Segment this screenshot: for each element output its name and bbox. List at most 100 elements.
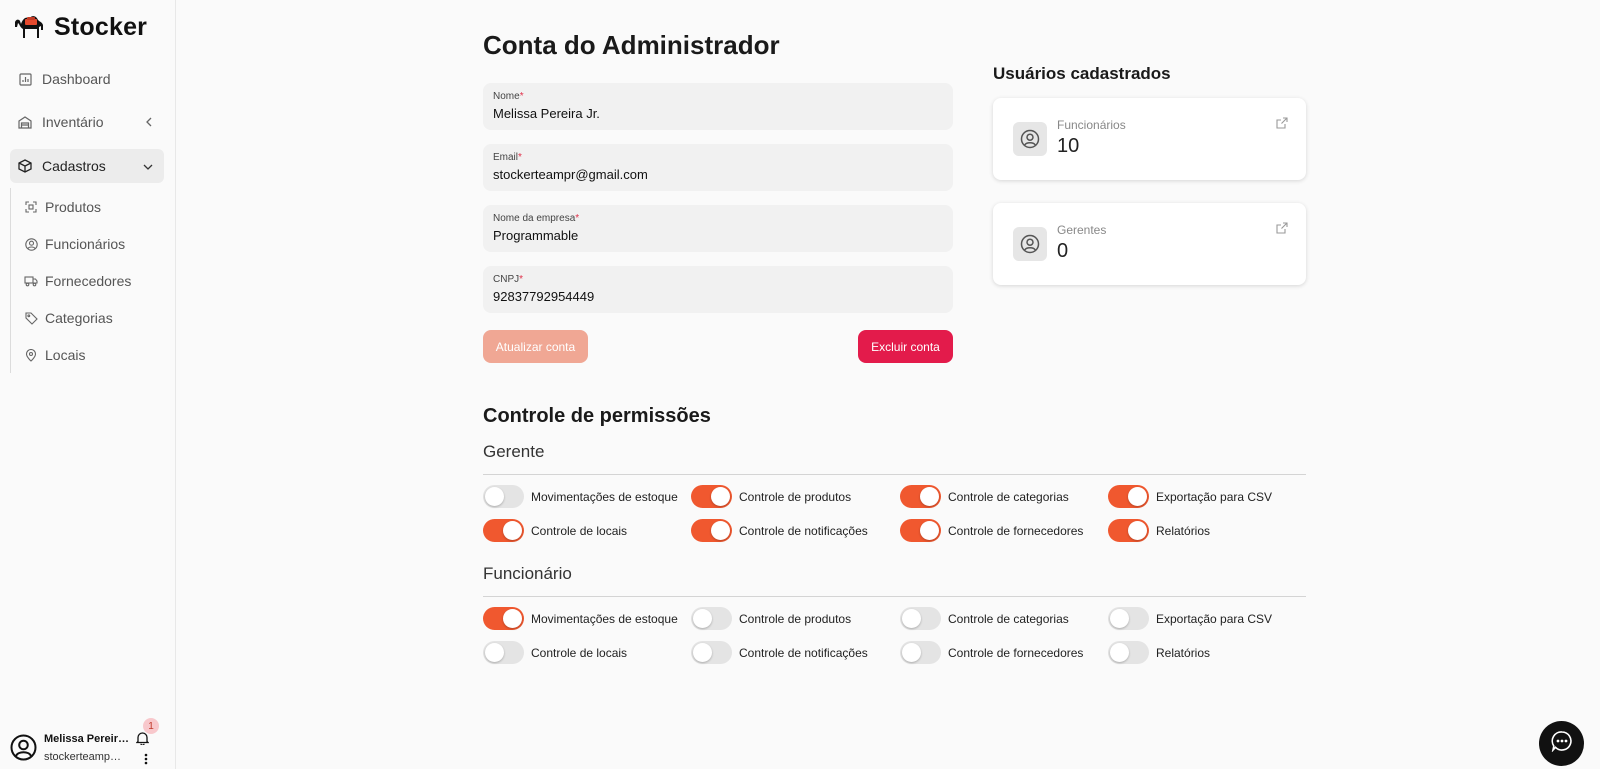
app-logo[interactable]: Stocker — [12, 10, 147, 45]
email-input[interactable] — [493, 167, 933, 182]
external-link-icon[interactable] — [1276, 116, 1288, 134]
toggle-knob — [693, 609, 712, 628]
chevron-left-icon — [144, 115, 154, 131]
toggle-knob — [1110, 609, 1129, 628]
sidebar-subitem-funcionarios[interactable]: Funcionários — [24, 230, 125, 258]
permission-toggle[interactable]: Controle de locais — [483, 641, 627, 664]
name-field[interactable]: Nome* — [483, 83, 953, 130]
toggle-switch[interactable] — [1108, 485, 1149, 508]
permission-toggle[interactable]: Controle de produtos — [691, 485, 851, 508]
warehouse-icon — [17, 114, 33, 130]
sidebar-subitem-locais[interactable]: Locais — [24, 341, 85, 369]
company-input[interactable] — [493, 228, 933, 243]
employees-card[interactable]: Funcionários 10 — [993, 98, 1306, 180]
toggle-switch[interactable] — [483, 519, 524, 542]
toggle-knob — [1128, 487, 1147, 506]
permission-toggle[interactable]: Controle de notificações — [691, 641, 868, 664]
sidebar-subitem-label: Categorias — [45, 310, 113, 326]
sidebar-item-label: Dashboard — [42, 71, 111, 87]
chat-button[interactable] — [1539, 721, 1584, 766]
sidebar-subitem-fornecedores[interactable]: Fornecedores — [24, 267, 131, 295]
permission-toggle[interactable]: Movimentações de estoque — [483, 485, 678, 508]
role-title-funcionario: Funcionário — [483, 564, 572, 583]
tag-icon — [24, 311, 38, 325]
user-circle-icon — [1013, 122, 1047, 156]
company-field[interactable]: Nome da empresa* — [483, 205, 953, 252]
sidebar-item-dashboard[interactable]: Dashboard — [10, 62, 164, 96]
sidebar-subitem-label: Funcionários — [45, 236, 126, 252]
field-label: CNPJ* — [493, 274, 524, 285]
permission-toggle[interactable]: Controle de produtos — [691, 607, 851, 630]
permission-toggle[interactable]: Exportação para CSV — [1108, 607, 1272, 630]
permission-toggle[interactable]: Exportação para CSV — [1108, 485, 1272, 508]
submenu-line — [10, 188, 11, 373]
sidebar-subitem-label: Produtos — [45, 199, 102, 215]
toggle-switch[interactable] — [1108, 607, 1149, 630]
card-count: 10 — [1057, 135, 1080, 157]
external-link-icon[interactable] — [1276, 221, 1288, 239]
truck-icon — [24, 274, 38, 288]
cnpj-field[interactable]: CNPJ* — [483, 266, 953, 313]
toggle-label: Controle de locais — [531, 645, 628, 660]
more-vertical-icon[interactable] — [144, 752, 148, 769]
cnpj-input[interactable] — [493, 289, 933, 304]
permission-toggle[interactable]: Controle de notificações — [691, 519, 868, 542]
permission-toggle[interactable]: Controle de locais — [483, 519, 627, 542]
role-title-gerente: Gerente — [483, 442, 545, 461]
toggle-switch[interactable] — [483, 607, 524, 630]
toggle-switch[interactable] — [900, 519, 941, 542]
email-field[interactable]: Email* — [483, 144, 953, 191]
toggle-label: Controle de produtos — [739, 489, 852, 504]
permission-toggle[interactable]: Relatórios — [1108, 641, 1210, 664]
toggle-switch[interactable] — [900, 485, 941, 508]
toggle-switch[interactable] — [1108, 519, 1149, 542]
camel-logo-icon — [12, 10, 48, 45]
user-name: Melissa Pereira Jr. — [44, 733, 129, 745]
toggle-label: Movimentações de estoque — [531, 611, 678, 626]
sidebar-item-label: Inventário — [42, 114, 104, 130]
bell-icon[interactable] — [135, 731, 150, 750]
users-panel-title: Usuários cadastrados — [993, 64, 1171, 83]
toggle-switch[interactable] — [1108, 641, 1149, 664]
sidebar-subitem-label: Locais — [45, 347, 86, 363]
toggle-switch[interactable] — [691, 485, 732, 508]
sidebar-subitem-produtos[interactable]: Produtos — [24, 193, 101, 221]
permission-toggle[interactable]: Controle de fornecedores — [900, 519, 1083, 542]
toggle-switch[interactable] — [691, 519, 732, 542]
toggle-knob — [902, 643, 921, 662]
toggle-knob — [902, 609, 921, 628]
page-title: Conta do Administrador — [483, 30, 780, 60]
toggle-knob — [485, 487, 504, 506]
update-account-button[interactable]: Atualizar conta — [483, 330, 588, 363]
sidebar-item-inventario[interactable]: Inventário — [10, 105, 164, 139]
toggle-label: Controle de categorias — [948, 611, 1069, 626]
sidebar-subitem-categorias[interactable]: Categorias — [24, 304, 113, 332]
permissions-title: Controle de permissões — [483, 405, 711, 427]
permission-toggle[interactable]: Controle de fornecedores — [900, 641, 1083, 664]
user-circle-icon — [24, 237, 38, 251]
avatar-icon[interactable] — [10, 734, 37, 766]
box-icon — [17, 158, 33, 174]
user-circle-icon — [1013, 227, 1047, 261]
toggle-switch[interactable] — [691, 607, 732, 630]
toggle-label: Exportação para CSV — [1156, 611, 1273, 626]
delete-account-button[interactable]: Excluir conta — [858, 330, 953, 363]
permission-toggle[interactable]: Movimentações de estoque — [483, 607, 678, 630]
permission-toggle[interactable]: Controle de categorias — [900, 607, 1069, 630]
toggle-switch[interactable] — [900, 641, 941, 664]
toggle-switch[interactable] — [691, 641, 732, 664]
dashboard-icon — [17, 71, 33, 87]
permission-toggle[interactable]: Relatórios — [1108, 519, 1210, 542]
toggle-label: Movimentações de estoque — [531, 489, 678, 504]
user-email: stockerteampr@gmail.com — [44, 751, 124, 763]
managers-card[interactable]: Gerentes 0 — [993, 203, 1306, 285]
toggle-label: Controle de categorias — [948, 489, 1069, 504]
sidebar-item-cadastros[interactable]: Cadastros — [10, 149, 164, 183]
toggle-switch[interactable] — [483, 641, 524, 664]
sidebar-item-label: Cadastros — [42, 158, 106, 174]
toggle-switch[interactable] — [483, 485, 524, 508]
name-input[interactable] — [493, 106, 933, 121]
toggle-switch[interactable] — [900, 607, 941, 630]
map-pin-icon — [24, 348, 38, 362]
permission-toggle[interactable]: Controle de categorias — [900, 485, 1069, 508]
